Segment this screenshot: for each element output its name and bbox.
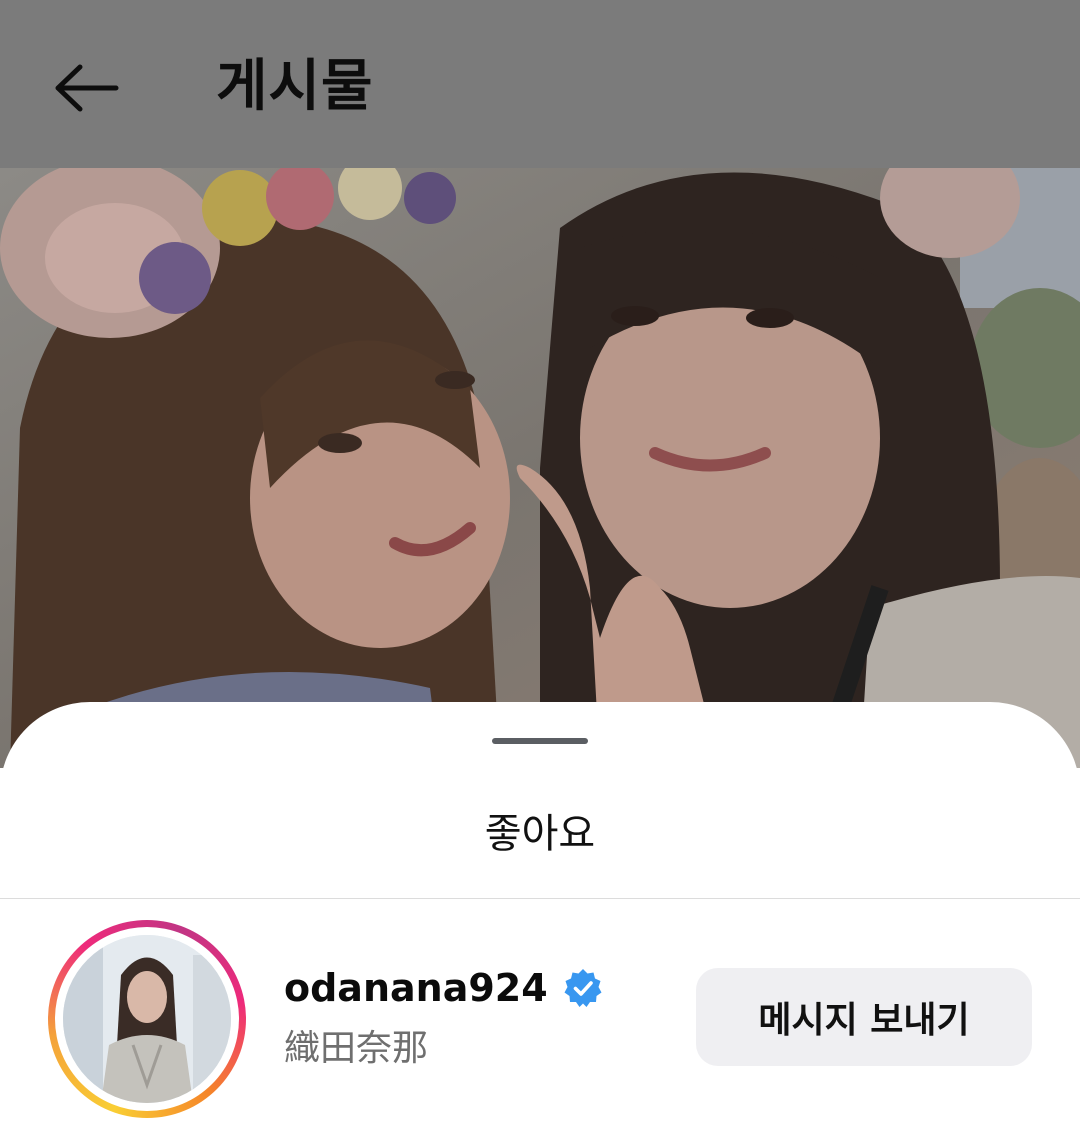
post-photo[interactable] [0,168,1080,768]
username-line: odanana924 [284,964,604,1012]
username[interactable]: odanana924 [284,964,548,1012]
sheet-grabber[interactable] [492,738,588,744]
send-message-button[interactable]: 메시지 보내기 [696,968,1032,1066]
story-ring[interactable] [48,920,246,1118]
divider [0,898,1080,899]
page-title: 게시물 [216,54,374,119]
back-arrow-icon [55,64,119,112]
full-name: 織田奈那 [284,1028,429,1069]
sheet-title: 좋아요 [484,811,596,857]
back-button[interactable] [40,50,130,126]
avatar [63,935,231,1103]
top-bar: 게시물 [0,0,1080,168]
likes-sheet: 좋아요 odanana924 織田奈那 메시지 보내기 [0,702,1080,1138]
list-item[interactable]: odanana924 織田奈那 메시지 보내기 [0,900,1080,1138]
verified-badge-icon [562,967,604,1009]
